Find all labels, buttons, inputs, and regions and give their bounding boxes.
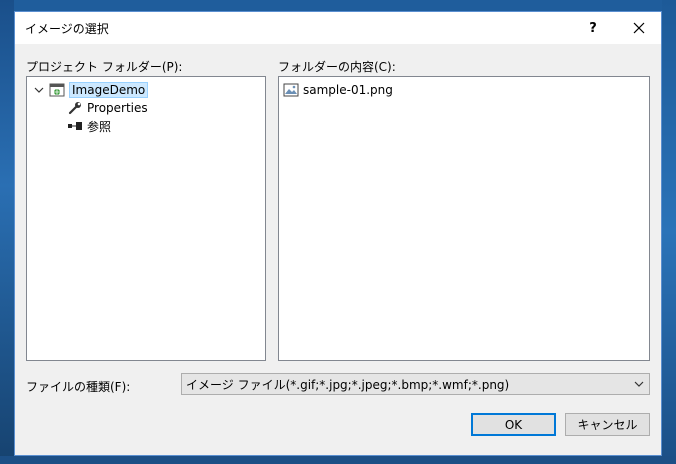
folder-contents-label: フォルダーの内容(C): [278, 60, 396, 74]
chevron-down-icon[interactable] [33, 84, 45, 96]
tree-item-label: ImageDemo [69, 82, 149, 98]
tree-item-label: 参照 [87, 119, 112, 134]
ok-button[interactable]: OK [471, 413, 556, 436]
file-type-value: イメージ ファイル(*.gif;*.jpg;*.jpeg;*.bmp;*.wmf… [186, 377, 510, 392]
tree-item-references[interactable]: 参照 [67, 117, 111, 135]
cancel-button[interactable]: キャンセル [565, 413, 650, 436]
tree-item-properties[interactable]: Properties [67, 99, 148, 117]
select-image-dialog: イメージの選択 ? プロジェクト フォルダー(P): ImageDemo Pro… [14, 11, 662, 456]
chevron-down-icon[interactable] [629, 374, 649, 394]
project-folder-label: プロジェクト フォルダー(P): [26, 60, 183, 74]
tree-item-imagedemo[interactable]: ImageDemo [33, 81, 149, 99]
close-icon [633, 22, 645, 34]
wrench-icon [67, 100, 83, 116]
close-button[interactable] [617, 12, 661, 44]
image-file-icon [283, 82, 299, 98]
project-folder-tree[interactable]: ImageDemo Properties 参照 [26, 76, 266, 361]
file-item-label: sample-01.png [303, 83, 393, 97]
tree-item-label: Properties [87, 101, 148, 115]
title-bar[interactable]: イメージの選択 ? [15, 12, 661, 44]
file-type-select[interactable]: イメージ ファイル(*.gif;*.jpg;*.jpeg;*.bmp;*.wmf… [181, 373, 650, 395]
references-icon [67, 118, 83, 134]
desktop-background-left [0, 0, 14, 464]
file-item-sample-01[interactable]: sample-01.png [283, 81, 393, 99]
file-type-label: ファイルの種類(F): [26, 380, 131, 394]
help-button[interactable]: ? [571, 12, 615, 44]
desktop-background-right [662, 0, 676, 464]
web-project-icon [49, 82, 65, 98]
dialog-title: イメージの選択 [25, 22, 109, 36]
desktop-background-bottom [0, 456, 676, 464]
folder-contents-list[interactable]: sample-01.png [278, 76, 650, 361]
